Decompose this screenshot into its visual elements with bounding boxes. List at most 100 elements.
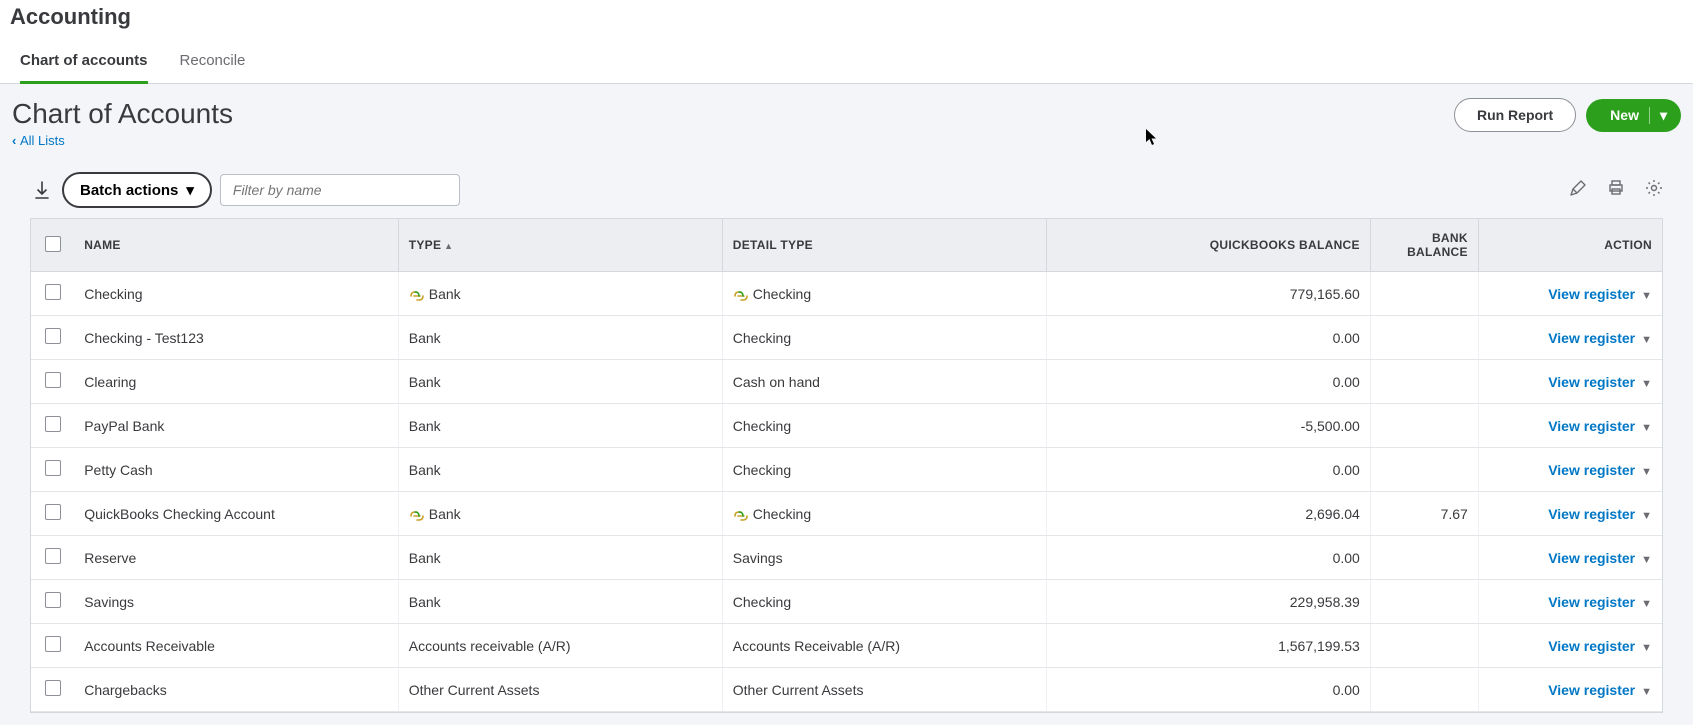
col-detail-header[interactable]: DETAIL TYPE (722, 219, 1046, 272)
tab-reconcile[interactable]: Reconcile (180, 44, 246, 84)
heading-left: Chart of Accounts All Lists (12, 98, 233, 148)
view-register-link[interactable]: View register (1548, 638, 1635, 654)
chevron-down-icon[interactable]: ▼ (1641, 334, 1652, 346)
cell-action: View register ▼ (1478, 316, 1662, 360)
cell-type: Bank (398, 536, 722, 580)
view-register-link[interactable]: View register (1548, 682, 1635, 698)
col-qb-balance-header[interactable]: QUICKBOOKS BALANCE (1046, 219, 1370, 272)
back-link-all-lists[interactable]: All Lists (12, 133, 65, 148)
cell-name[interactable]: Checking - Test123 (74, 316, 398, 360)
cell-qb-balance: 2,696.04 (1046, 492, 1370, 536)
chevron-down-icon[interactable]: ▼ (1641, 598, 1652, 610)
row-checkbox[interactable] (45, 284, 61, 300)
table-row: Petty CashBankChecking0.00View register▼ (31, 448, 1662, 492)
col-checkbox-header (31, 219, 74, 272)
cell-name[interactable]: Checking (74, 272, 398, 316)
cell-qb-balance: 0.00 (1046, 536, 1370, 580)
filter-input[interactable] (220, 174, 460, 206)
col-bank-balance-header[interactable]: BANK BALANCE (1370, 219, 1478, 272)
chevron-down-icon: ▾ (1649, 107, 1667, 124)
cell-name[interactable]: Savings (74, 580, 398, 624)
cell-name[interactable]: Clearing (74, 360, 398, 404)
toolbar-left: Batch actions ▾ (30, 172, 460, 208)
view-register-link[interactable]: View register (1548, 330, 1635, 346)
bank-link-icon (733, 289, 749, 301)
cell-detail: Accounts Receivable (A/R) (722, 624, 1046, 668)
cell-qb-balance: -5,500.00 (1046, 404, 1370, 448)
cell-name[interactable]: PayPal Bank (74, 404, 398, 448)
cell-action: View register ▼ (1478, 536, 1662, 580)
run-report-button[interactable]: Run Report (1454, 98, 1576, 132)
cell-type: Bank (398, 316, 722, 360)
chevron-down-icon[interactable]: ▼ (1641, 510, 1652, 522)
cell-detail: Cash on hand (722, 360, 1046, 404)
view-register-link[interactable]: View register (1548, 286, 1635, 302)
gear-icon[interactable] (1645, 179, 1663, 202)
cell-qb-balance: 0.00 (1046, 668, 1370, 712)
new-button[interactable]: New ▾ (1586, 99, 1681, 132)
row-checkbox[interactable] (45, 416, 61, 432)
view-register-link[interactable]: View register (1548, 594, 1635, 610)
table-row: Accounts ReceivableAccounts receivable (… (31, 624, 1662, 668)
cell-type: Bank (398, 404, 722, 448)
cell-qb-balance: 0.00 (1046, 448, 1370, 492)
accounts-table: NAME TYPE DETAIL TYPE QUICKBOOKS BALANCE… (31, 218, 1662, 712)
pencil-icon[interactable] (1569, 179, 1587, 202)
table-header-row: NAME TYPE DETAIL TYPE QUICKBOOKS BALANCE… (31, 219, 1662, 272)
view-register-link[interactable]: View register (1548, 374, 1635, 390)
row-checkbox[interactable] (45, 504, 61, 520)
tab-chart-of-accounts[interactable]: Chart of accounts (20, 44, 148, 84)
table-row: SavingsBankChecking229,958.39View regist… (31, 580, 1662, 624)
chevron-down-icon[interactable]: ▼ (1641, 378, 1652, 390)
table-row: ClearingBankCash on hand0.00View registe… (31, 360, 1662, 404)
cell-qb-balance: 779,165.60 (1046, 272, 1370, 316)
row-checkbox[interactable] (45, 680, 61, 696)
cell-action: View register ▼ (1478, 492, 1662, 536)
cell-name[interactable]: Petty Cash (74, 448, 398, 492)
view-register-link[interactable]: View register (1548, 418, 1635, 434)
cell-action: View register ▼ (1478, 448, 1662, 492)
print-icon[interactable] (1607, 179, 1625, 202)
chevron-down-icon[interactable]: ▼ (1641, 290, 1652, 302)
table-row: QuickBooks Checking AccountBankChecking2… (31, 492, 1662, 536)
row-checkbox[interactable] (45, 460, 61, 476)
cell-bank-balance (1370, 668, 1478, 712)
view-register-link[interactable]: View register (1548, 462, 1635, 478)
cell-detail: Checking (722, 316, 1046, 360)
cell-qb-balance: 0.00 (1046, 316, 1370, 360)
cell-qb-balance: 229,958.39 (1046, 580, 1370, 624)
row-checkbox[interactable] (45, 548, 61, 564)
col-type-header[interactable]: TYPE (398, 219, 722, 272)
batch-actions-button[interactable]: Batch actions ▾ (62, 172, 212, 208)
cell-bank-balance (1370, 272, 1478, 316)
batch-actions-label: Batch actions (80, 182, 178, 199)
cell-qb-balance: 1,567,199.53 (1046, 624, 1370, 668)
toolbar: Batch actions ▾ (0, 162, 1693, 218)
page-heading: Chart of Accounts All Lists Run Report N… (0, 84, 1693, 162)
table-row: CheckingBankChecking779,165.60View regis… (31, 272, 1662, 316)
bank-link-icon (733, 509, 749, 521)
chevron-down-icon[interactable]: ▼ (1641, 554, 1652, 566)
select-all-checkbox[interactable] (45, 236, 61, 252)
cell-bank-balance (1370, 624, 1478, 668)
view-register-link[interactable]: View register (1548, 550, 1635, 566)
collapse-icon[interactable] (30, 176, 54, 209)
cell-name[interactable]: Chargebacks (74, 668, 398, 712)
row-checkbox[interactable] (45, 592, 61, 608)
table-row: ChargebacksOther Current AssetsOther Cur… (31, 668, 1662, 712)
chevron-down-icon[interactable]: ▼ (1641, 686, 1652, 698)
cell-name[interactable]: QuickBooks Checking Account (74, 492, 398, 536)
cell-type: Bank (398, 580, 722, 624)
chevron-down-icon[interactable]: ▼ (1641, 466, 1652, 478)
cell-name[interactable]: Reserve (74, 536, 398, 580)
chevron-down-icon: ▾ (186, 181, 194, 199)
cell-name[interactable]: Accounts Receivable (74, 624, 398, 668)
cell-action: View register ▼ (1478, 580, 1662, 624)
row-checkbox[interactable] (45, 636, 61, 652)
chevron-down-icon[interactable]: ▼ (1641, 642, 1652, 654)
row-checkbox[interactable] (45, 372, 61, 388)
row-checkbox[interactable] (45, 328, 61, 344)
col-name-header[interactable]: NAME (74, 219, 398, 272)
view-register-link[interactable]: View register (1548, 506, 1635, 522)
chevron-down-icon[interactable]: ▼ (1641, 422, 1652, 434)
